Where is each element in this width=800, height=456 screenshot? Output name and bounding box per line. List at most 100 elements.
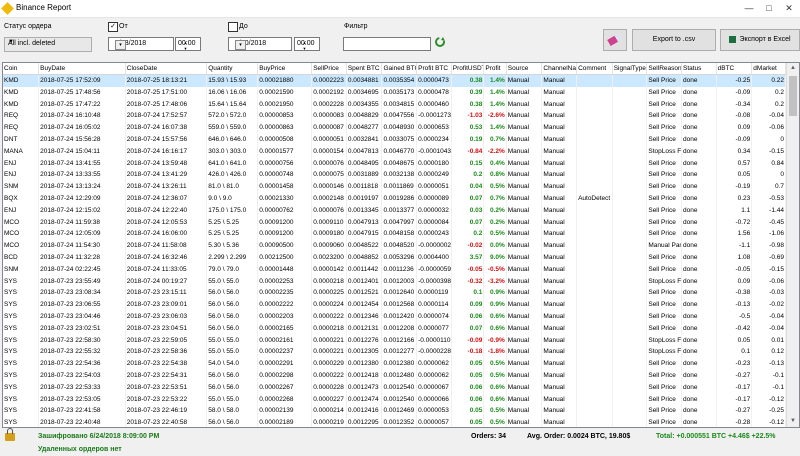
table-row[interactable]: DNT 2018-07-24 15:56:28 2018-07-24 15:57:5… [3,133,786,146]
table-cell: Manual [541,393,578,406]
table-cell: -0.06 [751,122,786,134]
table-cell: -0.12 [751,393,786,406]
column-header[interactable]: Source [506,63,543,75]
spinner-icon[interactable]: ▲ ▼ [182,40,189,52]
table-row[interactable]: SYS 2018-07-23 22:41:58 2018-07-23 22:46:1… [3,405,786,418]
table-row[interactable]: SYS 2018-07-23 23:08:34 2018-07-23 23:15:1… [3,287,786,300]
table-cell: 0.0000221 [311,346,347,359]
maximize-icon[interactable]: □ [762,2,776,14]
table-row[interactable]: SYS 2018-07-23 22:40:48 2018-07-23 22:40:5… [3,417,786,427]
table-cell: 0.00002298 [257,369,313,382]
table-row[interactable]: BCD 2018-07-24 11:32:28 2018-07-24 16:32:4… [3,251,786,264]
table-row[interactable]: ENJ 2018-07-24 13:41:55 2018-07-24 13:59:4… [3,157,786,170]
table-row[interactable]: SYS 2018-07-23 22:53:05 2018-07-23 22:53:2… [3,393,786,406]
table-cell: Manual [506,346,543,359]
table-row[interactable]: SYS 2018-07-23 22:54:03 2018-07-23 22:54:3… [3,369,786,382]
table-cell: 0.7 [751,181,786,193]
table-cell: SYS [3,358,40,370]
orders-table[interactable]: Coin BuyDate CloseDate Quantity BuyPrice Sell… [2,62,800,428]
column-header[interactable]: Coin [3,63,40,75]
scroll-down-icon[interactable]: ▼ [787,416,799,427]
to-checkbox[interactable] [228,22,238,32]
table-cell: Manual [541,346,578,359]
column-header[interactable]: Quantity [206,63,259,75]
table-row[interactable]: KMD 2018-07-25 17:48:56 2018-07-25 17:51:0… [3,86,786,99]
from-date-field[interactable]: 7/23/2018 ▾ [108,37,174,51]
scrollbar-thumb[interactable] [789,76,797,116]
table-cell: 0.05 [716,334,753,347]
table-row[interactable]: BQX 2018-07-24 12:29:09 2018-07-24 12:36:0… [3,192,786,205]
column-header[interactable]: CloseDate [125,63,208,75]
table-cell [612,145,648,158]
filter-input[interactable] [343,37,431,51]
column-header[interactable]: SellReason [646,63,682,75]
table-row[interactable]: SYS 2018-07-23 23:55:49 2018-07-24 00:19:2… [3,275,786,288]
from-time-field[interactable]: 00:00 ▲ ▼ [175,37,201,51]
to-time-field[interactable]: 00:00 ▲ ▼ [294,37,320,51]
column-header[interactable]: SignalType [612,63,648,75]
column-header[interactable]: Comment [576,63,613,75]
export-excel-button[interactable]: Экспорт в Excel [720,29,800,51]
minimize-icon[interactable]: — [742,2,756,14]
table-cell: -0.27 [716,369,753,382]
to-date-field[interactable]: 7/30/2018 ▾ [228,37,292,51]
table-row[interactable]: SYS 2018-07-23 23:06:55 2018-07-23 23:09:0… [3,299,786,311]
table-row[interactable]: ENJ 2018-07-24 13:33:55 2018-07-24 13:41:2… [3,169,786,182]
column-header[interactable]: Status [681,63,717,75]
table-cell: 0.05 [451,369,485,382]
table-row[interactable]: SYS 2018-07-23 23:04:46 2018-07-23 23:06:0… [3,310,786,323]
table-row[interactable]: MCO 2018-07-24 11:54:30 2018-07-24 11:58:0… [3,240,786,252]
table-cell: -1.1 [716,240,753,252]
close-icon[interactable]: ✕ [782,2,796,14]
spinner-icon[interactable]: ▲ ▼ [301,40,308,52]
table-cell: Manual [506,275,543,288]
table-row[interactable]: MANA 2018-07-24 15:04:11 2018-07-24 16:16:… [3,145,786,158]
table-row[interactable]: MCO 2018-07-24 11:59:38 2018-07-24 12:05:5… [3,216,786,229]
column-header[interactable]: Gained BTC [381,63,418,75]
table-row[interactable]: REQ 2018-07-24 16:10:48 2018-07-24 17:52:5… [3,110,786,123]
table-row[interactable]: KMD 2018-07-25 17:52:09 2018-07-25 18:13:2… [3,74,786,87]
export-csv-button[interactable]: Export to .csv [632,29,716,51]
table-cell: done [681,181,717,193]
calendar-icon[interactable]: ▾ [235,40,246,50]
table-cell: 0.0000224 [311,299,347,311]
from-checkbox[interactable]: ✓ [108,22,118,32]
vertical-scrollbar[interactable]: ▲ ▼ [786,63,799,427]
column-header[interactable]: dBTC [716,63,753,75]
status-dropdown[interactable]: All incl. deleted ▼ [4,37,92,52]
table-row[interactable]: SYS 2018-07-23 22:55:32 2018-07-23 22:58:3… [3,346,786,359]
table-row[interactable]: SYS 2018-07-23 22:58:30 2018-07-23 22:59:0… [3,334,786,347]
column-header[interactable]: Profit [483,63,507,75]
refresh-icon[interactable] [434,36,446,48]
table-cell: 0.0046770 [381,145,418,158]
table-cell: -0.72 [716,216,753,229]
column-header[interactable]: SellPrice [311,63,347,75]
table-cell [576,240,613,252]
eraser-button[interactable] [603,29,627,51]
table-row[interactable]: SNM 2018-07-24 13:13:24 2018-07-24 13:26:1… [3,181,786,193]
table-row[interactable]: SYS 2018-07-23 22:54:36 2018-07-23 22:54:3… [3,358,786,370]
table-row[interactable]: ENJ 2018-07-24 12:15:02 2018-07-24 12:22:4… [3,204,786,217]
table-row[interactable]: MCO 2018-07-24 12:05:09 2018-07-24 16:06:0… [3,228,786,241]
column-header[interactable]: dMarket [751,63,786,75]
scroll-up-icon[interactable]: ▲ [787,63,799,74]
table-cell: 0.0032138 [381,169,418,182]
table-cell: 0.0011818 [346,181,383,193]
table-row[interactable]: SYS 2018-07-23 23:02:51 2018-07-23 23:04:5… [3,322,786,335]
table-row[interactable]: SNM 2018-07-24 02:22:45 2018-07-24 11:33:0… [3,263,786,276]
calendar-icon[interactable]: ▾ [115,40,126,50]
table-row[interactable]: KMD 2018-07-25 17:47:22 2018-07-25 17:48:0… [3,98,786,111]
column-header[interactable]: BuyDate [38,63,126,75]
table-cell: 2018-07-24 02:22:45 [38,263,126,276]
table-cell: -2.2% [483,145,507,158]
table-row[interactable]: REQ 2018-07-24 16:05:02 2018-07-24 16:07:3… [3,122,786,134]
column-header[interactable]: ProfitUSDT [451,63,485,75]
column-header[interactable]: BuyPrice [257,63,313,75]
table-cell: 0.0035354 [381,74,418,87]
column-header[interactable]: Spent BTC [346,63,383,75]
table-cell: 2018-07-24 12:29:09 [38,192,126,205]
table-row[interactable]: SYS 2018-07-23 22:53:33 2018-07-23 22:53:5… [3,381,786,394]
column-header[interactable]: ChannelName [541,63,578,75]
column-header[interactable]: Profit BTC [416,63,452,75]
table-cell: Manual Panel [646,240,682,252]
